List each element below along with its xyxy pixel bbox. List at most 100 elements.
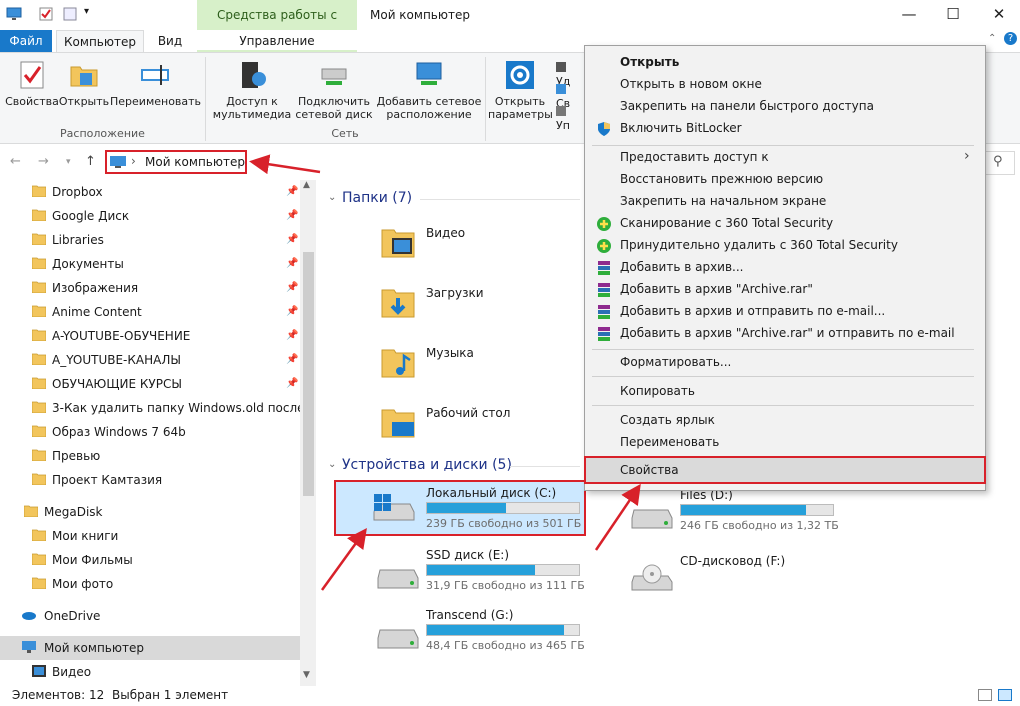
sidebar-item-mycomputer[interactable]: Мой компьютер [0, 636, 300, 660]
folder-name: Музыка [426, 346, 474, 360]
sidebar-item[interactable]: Превью [0, 444, 300, 468]
address-bar[interactable]: › Мой компьютер [105, 150, 247, 174]
collapse-ribbon-icon[interactable]: ⌃ [988, 33, 996, 44]
pin-icon[interactable]: 📌 [286, 228, 298, 252]
menu-item-pin-start[interactable]: Закрепить на начальном экране [586, 192, 984, 212]
search-input[interactable]: ⚲ [985, 151, 1015, 175]
minimize-button[interactable]: — [886, 0, 932, 30]
menu-item-create-shortcut[interactable]: Создать ярлык [586, 411, 984, 431]
collapse-chevron-icon[interactable]: ⌄ [328, 459, 336, 470]
folders-group-header[interactable]: Папки (7) [342, 190, 412, 206]
menu-item-rename[interactable]: Переименовать [586, 433, 984, 453]
add-network-location-button[interactable]: Добавить сетевое расположение [374, 59, 484, 121]
open-button[interactable]: Открыть [58, 59, 110, 108]
drive-d[interactable]: Files (D:) 246 ГБ свободно из 1,32 ТБ [590, 484, 840, 538]
up-arrow-icon[interactable]: ↑ [85, 154, 96, 169]
menu-item-add-archive[interactable]: Добавить в архив... [586, 258, 984, 278]
media-access-button[interactable]: Доступ к мультимедиа [210, 59, 294, 121]
menu-item-share-with[interactable]: Предоставить доступ к › [586, 148, 984, 168]
manage-button[interactable]: Уп [556, 106, 582, 132]
pin-icon[interactable]: 📌 [286, 324, 298, 348]
menu-item-properties[interactable]: Свойства [586, 461, 984, 481]
drive-g[interactable]: Transcend (G:) 48,4 ГБ свободно из 465 Г… [336, 604, 586, 658]
tab-manage[interactable]: Управление [197, 30, 357, 52]
sidebar-item[interactable]: Libraries 📌 [0, 228, 300, 252]
customize-quick-access-icon[interactable]: ▾ [84, 6, 89, 17]
menu-item-pin-quick-access[interactable]: Закрепить на панели быстрого доступа [586, 97, 984, 117]
uninstall-program-button[interactable]: Уд [556, 62, 582, 88]
drive-c[interactable]: Локальный диск (C:) 239 ГБ свободно из 5… [336, 482, 586, 536]
sidebar-item[interactable]: Документы 📌 [0, 252, 300, 276]
tiles-view-icon[interactable] [998, 689, 1012, 701]
pin-icon[interactable]: 📌 [286, 204, 298, 228]
details-view-icon[interactable] [978, 689, 992, 701]
sidebar-item[interactable]: ОБУЧАЮЩИЕ КУРСЫ 📌 [0, 372, 300, 396]
pin-icon[interactable]: 📌 [286, 276, 298, 300]
folder-video[interactable]: Видео [380, 220, 580, 276]
tab-computer[interactable]: Компьютер [56, 30, 144, 52]
collapse-chevron-icon[interactable]: ⌄ [328, 192, 336, 203]
pin-icon[interactable]: 📌 [286, 300, 298, 324]
folder-downloads[interactable]: Загрузки [380, 280, 580, 336]
sidebar-item[interactable]: Проект Камтазия [0, 468, 300, 492]
close-button[interactable]: ✕ [976, 0, 1020, 30]
help-icon[interactable]: ? [1004, 32, 1017, 45]
sidebar-item[interactable]: Образ Windows 7 64b [0, 420, 300, 444]
system-properties-button[interactable]: Св [556, 84, 582, 110]
menu-item-format[interactable]: Форматировать... [586, 353, 984, 373]
sidebar-item[interactable]: A-YOUTUBE-ОБУЧЕНИЕ 📌 [0, 324, 300, 348]
menu-item-add-archive-rar[interactable]: Добавить в архив "Archive.rar" [586, 280, 984, 300]
pin-icon[interactable]: 📌 [286, 348, 298, 372]
folder-desktop[interactable]: Рабочий стол [380, 400, 580, 456]
folder-icon [32, 257, 46, 269]
forward-arrow-icon[interactable]: → [38, 154, 49, 169]
scroll-down-icon[interactable]: ▼ [303, 670, 310, 680]
menu-item-add-archive-email[interactable]: Добавить в архив и отправить по e-mail..… [586, 302, 984, 322]
menu-item-add-archive-rar-email[interactable]: Добавить в архив "Archive.rar" и отправи… [586, 324, 984, 344]
menu-item-scan-360[interactable]: Сканирование с 360 Total Security [586, 214, 984, 234]
back-arrow-icon[interactable]: ← [10, 154, 21, 169]
menu-item-bitlocker[interactable]: Включить BitLocker [586, 119, 984, 139]
sidebar-item[interactable]: Мои книги [0, 524, 300, 548]
recent-locations-icon[interactable]: ▾ [66, 157, 71, 167]
devices-group-header[interactable]: Устройства и диски (5) [342, 457, 512, 473]
sidebar-item-label: OneDrive [44, 609, 101, 623]
new-folder-quick-icon[interactable] [62, 6, 78, 22]
sidebar-item[interactable]: 3-Как удалить папку Windows.old после пе… [0, 396, 300, 420]
tab-view[interactable]: Вид [150, 30, 190, 52]
sidebar-item-megadisk[interactable]: MegaDisk [0, 500, 300, 524]
pin-icon[interactable]: 📌 [286, 372, 298, 396]
sidebar-item[interactable]: A_YOUTUBE-КАНАЛЫ 📌 [0, 348, 300, 372]
sidebar-item[interactable]: Изображения 📌 [0, 276, 300, 300]
properties-quick-icon[interactable] [38, 6, 54, 22]
menu-item-force-delete-360[interactable]: Принудительно удалить с 360 Total Securi… [586, 236, 984, 256]
sidebar-item[interactable]: Anime Content 📌 [0, 300, 300, 324]
folder-music[interactable]: Музыка [380, 340, 580, 396]
pin-icon[interactable]: 📌 [286, 180, 298, 204]
open-settings-button[interactable]: Открыть параметры [488, 59, 553, 121]
rename-button[interactable]: Переименовать [110, 59, 201, 108]
sidebar-item[interactable]: Dropbox 📌 [0, 180, 300, 204]
folder-icon [32, 209, 46, 221]
menu-item-open-new-window[interactable]: Открыть в новом окне [586, 75, 984, 95]
menu-item-label: Добавить в архив "Archive.rar" и отправи… [620, 326, 955, 340]
sidebar-item[interactable]: Мои Фильмы [0, 548, 300, 572]
drive-f[interactable]: CD-дисковод (F:) [590, 546, 840, 600]
sidebar-item-video[interactable]: Видео [0, 660, 300, 684]
menu-item-open[interactable]: Открыть [586, 53, 984, 73]
properties-button[interactable]: Свойства [4, 59, 60, 108]
sidebar-item[interactable]: Мои фото [0, 572, 300, 596]
drive-e[interactable]: SSD диск (E:) 31,9 ГБ свободно из 111 ГБ [336, 544, 586, 598]
sidebar-item[interactable]: Google Диск 📌 [0, 204, 300, 228]
pin-icon[interactable]: 📌 [286, 252, 298, 276]
menu-item-restore-version[interactable]: Восстановить прежнюю версию [586, 170, 984, 190]
sidebar-item-label: 3-Как удалить папку Windows.old после пе… [52, 401, 300, 415]
map-network-drive-button[interactable]: Подключить сетевой диск [294, 59, 374, 121]
scrollbar-thumb[interactable] [303, 252, 314, 496]
maximize-button[interactable]: ☐ [930, 0, 976, 30]
tab-file[interactable]: Файл [0, 30, 52, 52]
scroll-up-icon[interactable]: ▲ [303, 180, 310, 190]
breadcrumb[interactable]: Мой компьютер [145, 155, 245, 169]
sidebar-item-onedrive[interactable]: OneDrive [0, 604, 300, 628]
menu-item-copy[interactable]: Копировать [586, 382, 984, 402]
